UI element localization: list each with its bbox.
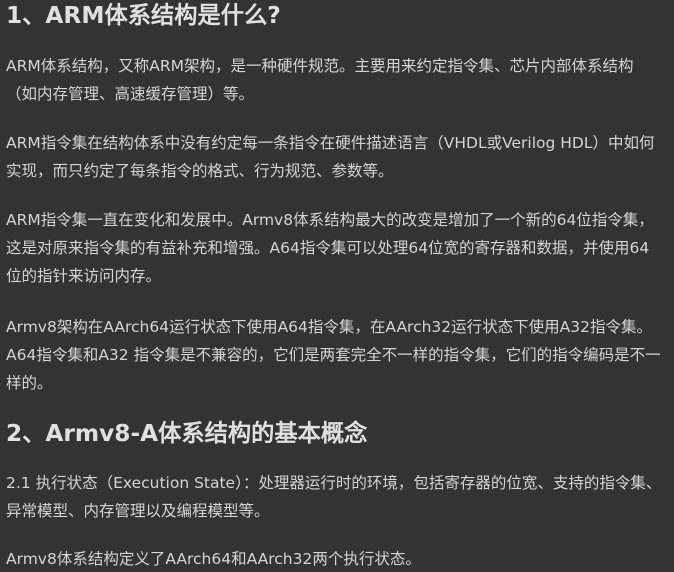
section-2-paragraph-2: Armv8体系结构定义了AArch64和AArch32两个执行状态。 — [6, 550, 421, 568]
article-body: 1、ARM体系结构是什么? ARM体系结构，又称ARM架构，是一种硬件规范。主要… — [0, 0, 674, 572]
section-1-paragraph-4: Armv8架构在AArch64运行状态下使用A64指令集，在AArch32运行状… — [6, 318, 661, 392]
section-1-paragraph-2: ARM指令集在结构体系中没有约定每一条指令在硬件描述语言（VHDL或Verilo… — [6, 134, 655, 180]
section-1-paragraph-3: ARM指令集一直在变化和发展中。Armv8体系结构最大的改变是增加了一个新的64… — [6, 211, 654, 285]
section-1-heading: 1、ARM体系结构是什么? — [6, 2, 281, 29]
section-1-paragraph-1: ARM体系结构，又称ARM架构，是一种硬件规范。主要用来约定指令集、芯片内部体系… — [6, 57, 634, 103]
section-2-paragraph-1: 2.1 执行状态（Execution State）：处理器运行时的环境，包括寄存… — [6, 474, 662, 520]
section-2-heading: 2、Armv8-A体系结构的基本概念 — [6, 420, 368, 447]
